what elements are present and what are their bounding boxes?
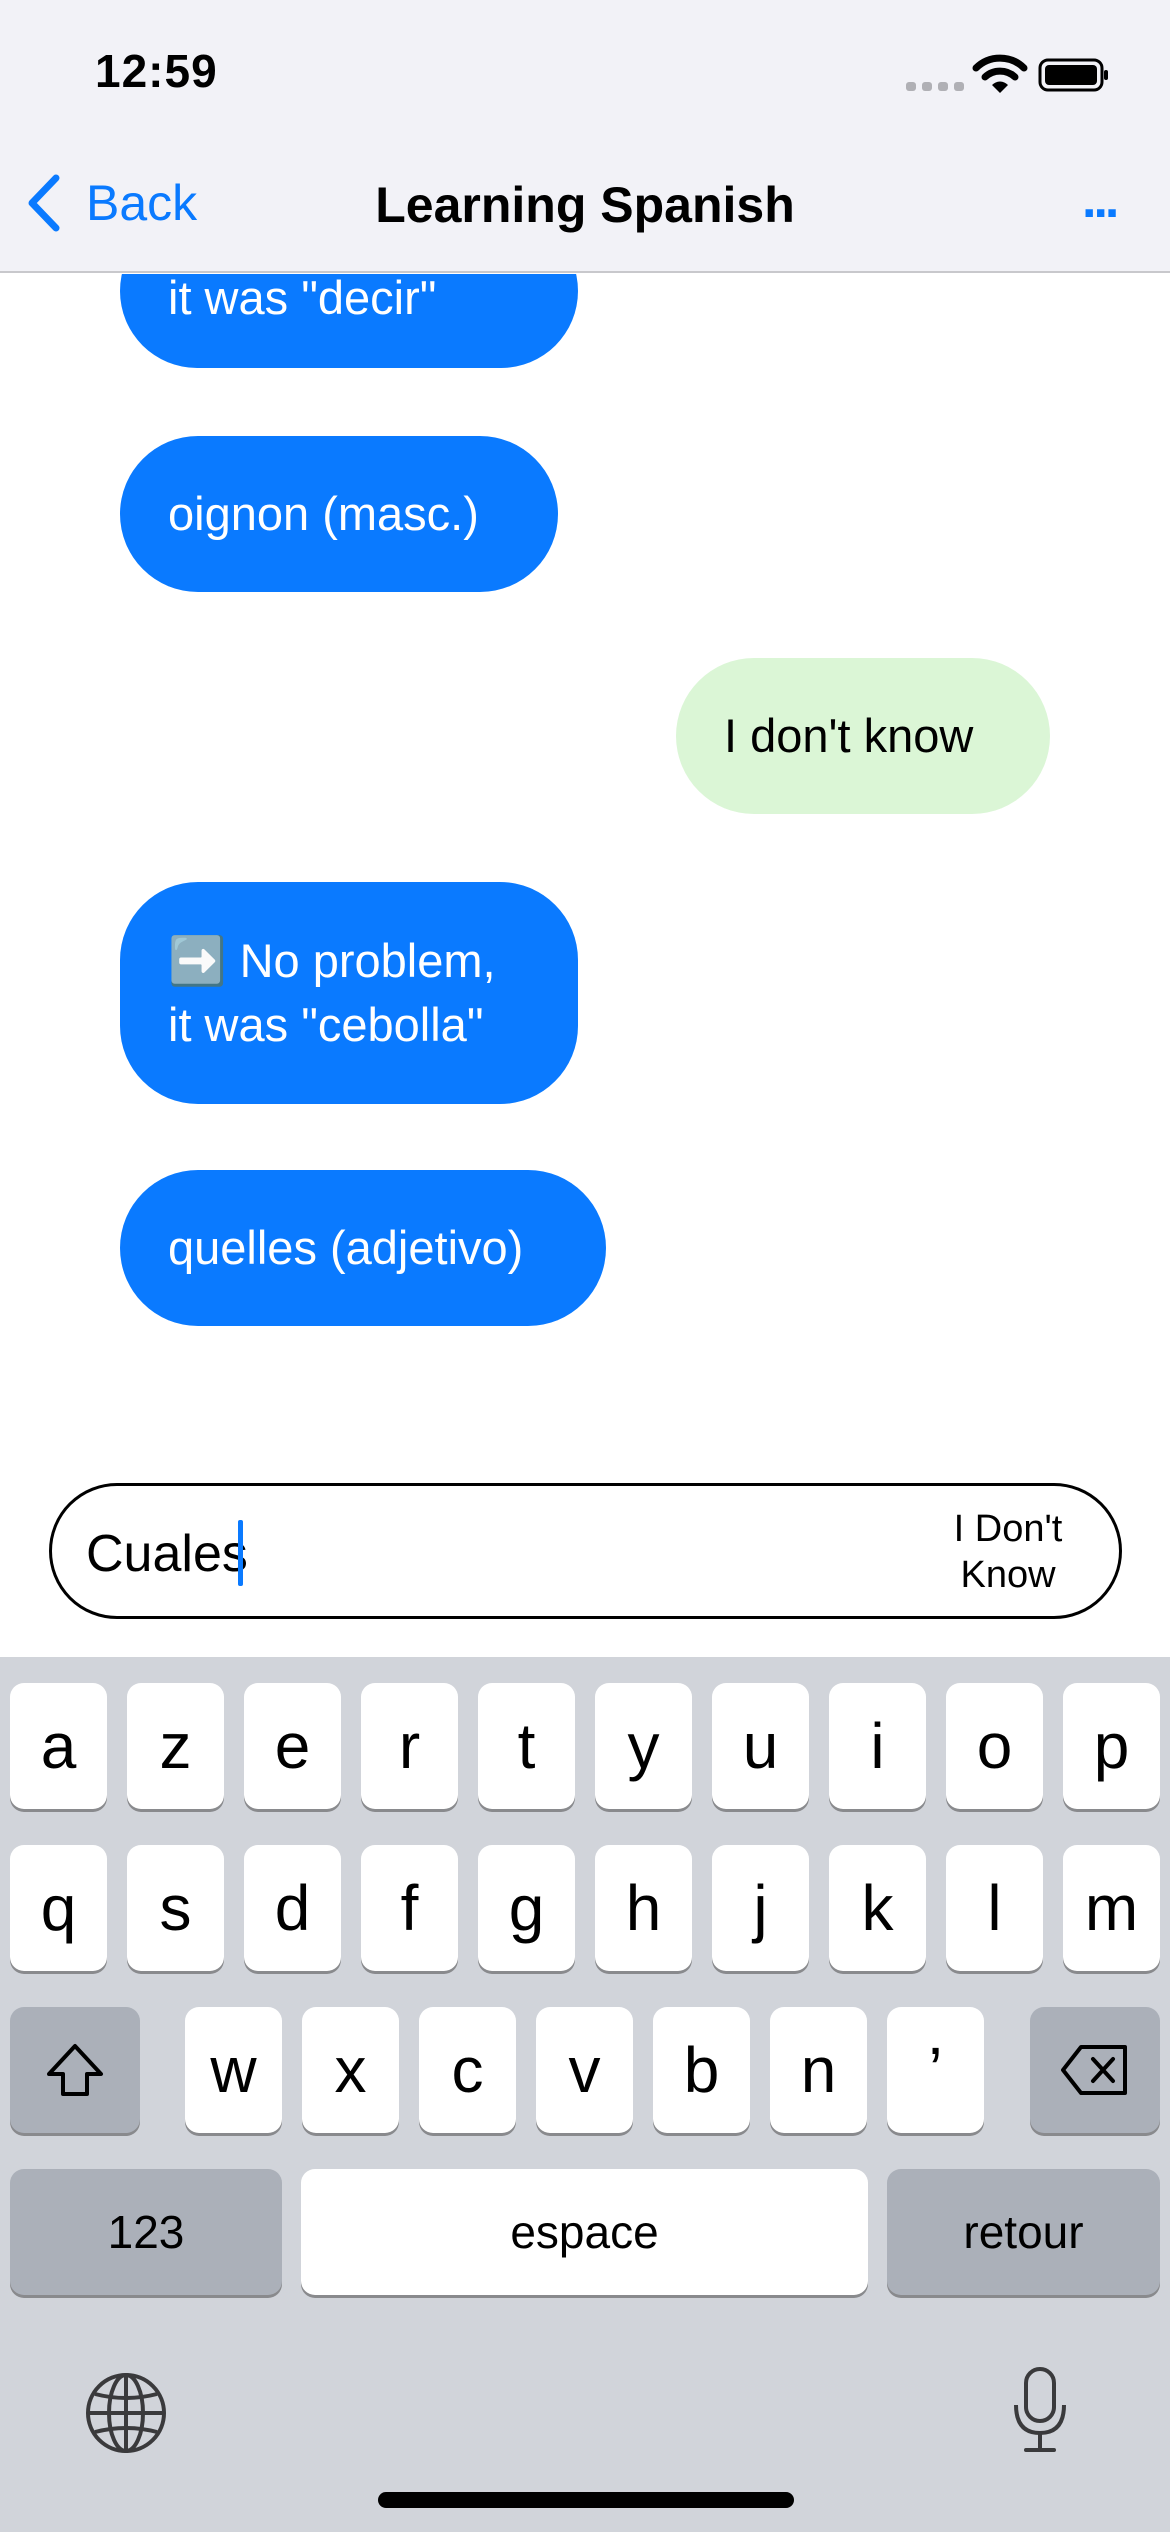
key-n[interactable]: n — [770, 2007, 867, 2133]
key-s[interactable]: s — [127, 1845, 224, 1971]
shift-key[interactable] — [10, 2007, 140, 2133]
key-b[interactable]: b — [653, 2007, 750, 2133]
bot-message: quelles (adjetivo) — [120, 1170, 606, 1326]
status-time: 12:59 — [95, 45, 218, 97]
shift-icon — [47, 2044, 103, 2096]
home-indicator — [378, 2492, 794, 2508]
key-k[interactable]: k — [829, 1845, 926, 1971]
key-m[interactable]: m — [1063, 1845, 1160, 1971]
user-message: I don't know — [676, 658, 1050, 814]
signal-icon — [906, 82, 964, 91]
return-key[interactable]: retour — [887, 2169, 1160, 2295]
key-e[interactable]: e — [244, 1683, 341, 1809]
key-i[interactable]: i — [829, 1683, 926, 1809]
i-dont-know-button[interactable]: I Don't Know — [943, 1506, 1073, 1598]
key-h[interactable]: h — [595, 1845, 692, 1971]
navigation-bar: 12:59 Back Learning Spanish ... — [0, 0, 1170, 273]
text-caret — [238, 1520, 243, 1586]
key-f[interactable]: f — [361, 1845, 458, 1971]
space-key[interactable]: espace — [301, 2169, 868, 2295]
message-list: it was "decir" oignon (masc.) I don't kn… — [0, 274, 1170, 1484]
delete-key[interactable] — [1030, 2007, 1160, 2133]
delete-icon — [1061, 2045, 1127, 2095]
key-t[interactable]: t — [478, 1683, 575, 1809]
key-d[interactable]: d — [244, 1845, 341, 1971]
key-a[interactable]: a — [10, 1683, 107, 1809]
key-p[interactable]: p — [1063, 1683, 1160, 1809]
bot-message: ➡️ No problem, it was "cebolla" — [120, 882, 578, 1104]
page-title: Learning Spanish — [375, 177, 795, 233]
key-q[interactable]: q — [10, 1845, 107, 1971]
key-u[interactable]: u — [712, 1683, 809, 1809]
key-y[interactable]: y — [595, 1683, 692, 1809]
key-j[interactable]: j — [712, 1845, 809, 1971]
key-r[interactable]: r — [361, 1683, 458, 1809]
wifi-icon — [972, 54, 1028, 93]
key-l[interactable]: l — [946, 1845, 1043, 1971]
bot-message: oignon (masc.) — [120, 436, 558, 592]
key-x[interactable]: x — [302, 2007, 399, 2133]
answer-input[interactable]: Cuales I Don't Know — [49, 1483, 1122, 1619]
answer-input-text: Cuales — [86, 1525, 248, 1583]
key-o[interactable]: o — [946, 1683, 1043, 1809]
key-apostrophe[interactable]: ’ — [887, 2007, 984, 2133]
globe-icon[interactable] — [83, 2370, 169, 2456]
battery-icon — [1038, 58, 1108, 92]
key-c[interactable]: c — [419, 2007, 516, 2133]
key-w[interactable]: w — [185, 2007, 282, 2133]
key-g[interactable]: g — [478, 1845, 575, 1971]
more-button[interactable]: ... — [1082, 174, 1122, 226]
bot-message: it was "decir" — [120, 274, 578, 368]
microphone-icon[interactable] — [1010, 2365, 1070, 2455]
numbers-key[interactable]: 123 — [10, 2169, 282, 2295]
key-v[interactable]: v — [536, 2007, 633, 2133]
key-z[interactable]: z — [127, 1683, 224, 1809]
